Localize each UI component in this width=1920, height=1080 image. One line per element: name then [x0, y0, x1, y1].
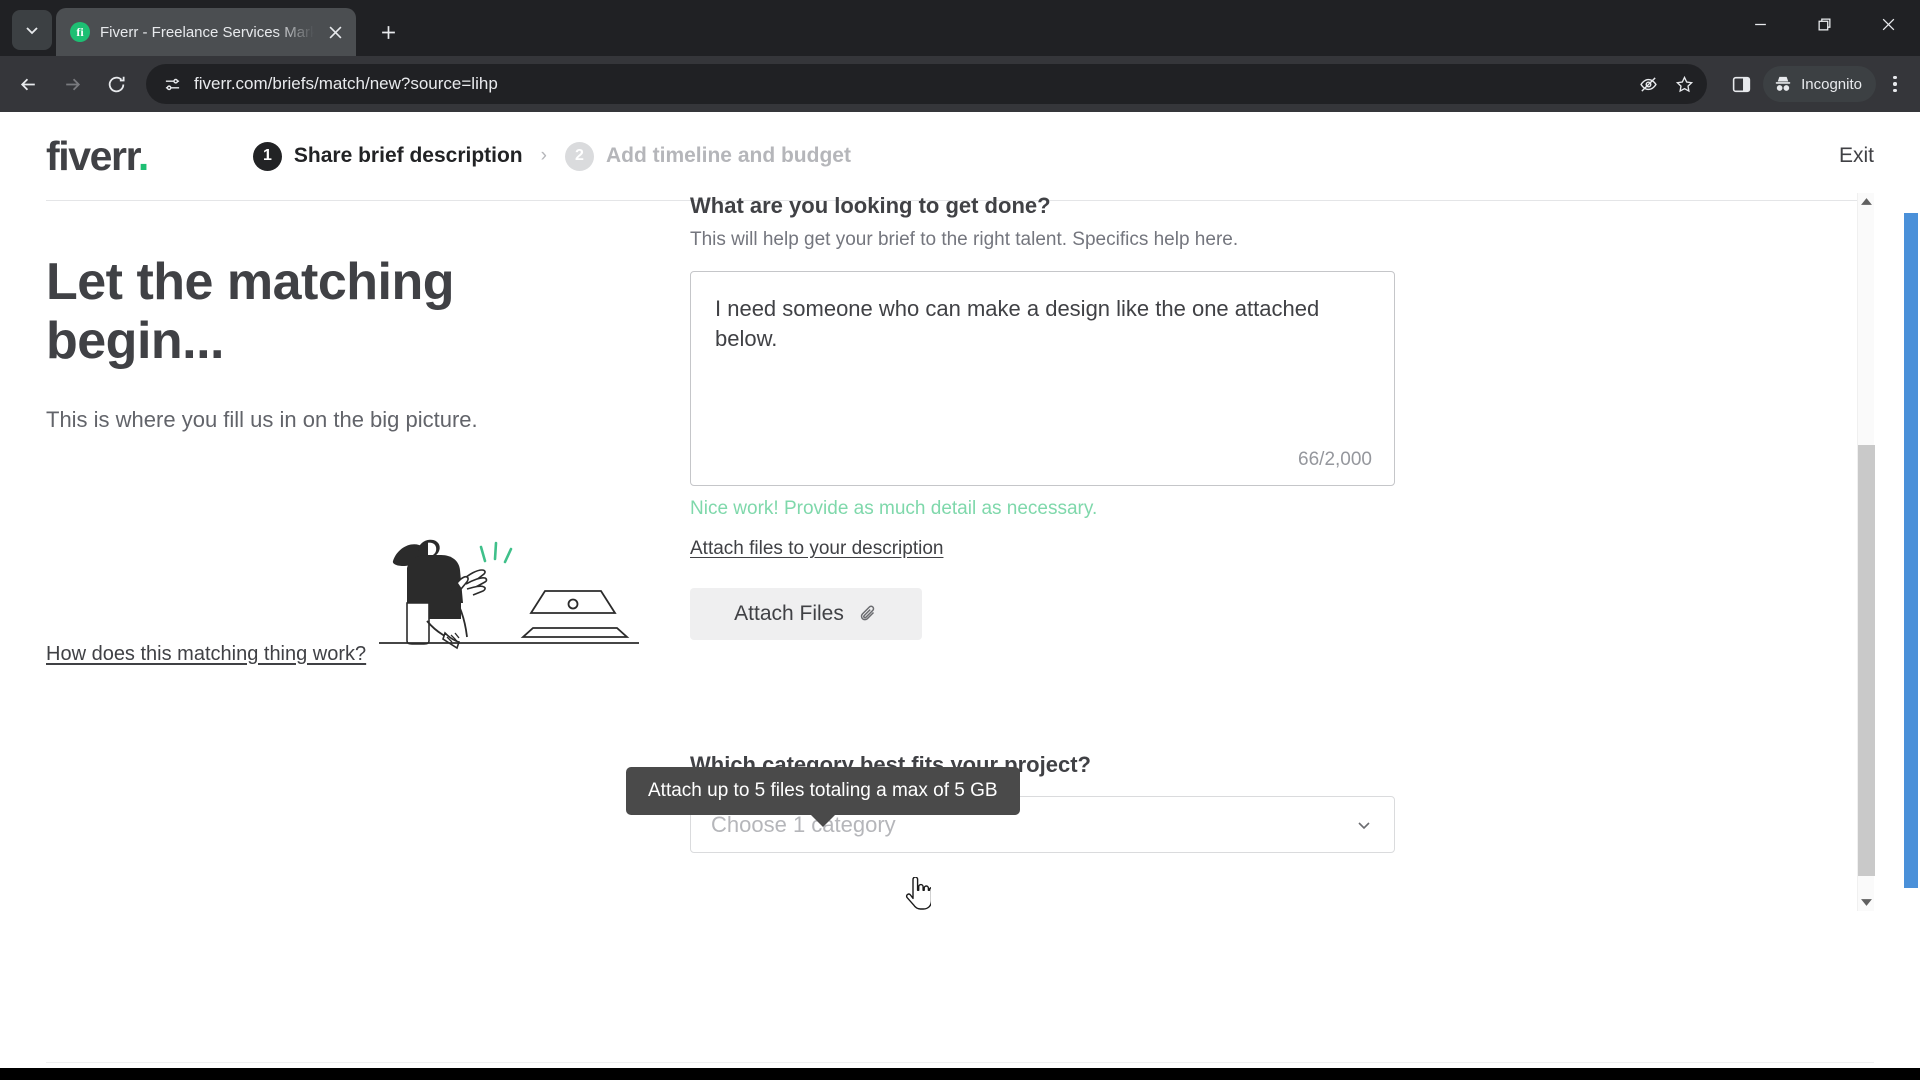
brief-question-title: What are you looking to get done? — [690, 193, 1051, 218]
tracking-protection-button[interactable] — [1631, 67, 1665, 101]
textarea-value: I need someone who can make a design lik… — [715, 296, 1326, 351]
reload-icon — [108, 76, 125, 92]
brief-description-textarea[interactable]: I need someone who can make a design lik… — [690, 271, 1395, 486]
close-window-button[interactable] — [1856, 0, 1920, 48]
screen-bottom-edge — [0, 1068, 1920, 1080]
page-viewport: fiverr. 1 Share brief description › 2 Ad… — [0, 112, 1920, 1068]
page-subtitle: This is where you fill us in on the big … — [46, 406, 478, 432]
form-scrollbar[interactable] — [1857, 193, 1875, 911]
site-settings-icon[interactable] — [158, 70, 186, 98]
incognito-icon — [1775, 76, 1791, 91]
star-icon — [1675, 75, 1693, 92]
exit-link[interactable]: Exit — [1839, 144, 1874, 168]
bookmark-button[interactable] — [1667, 67, 1701, 101]
step-share-brief-description[interactable]: 1 Share brief description — [252, 141, 523, 171]
step-indicator: 1 Share brief description › 2 Add timeli… — [252, 141, 851, 171]
omnibox-actions — [1631, 67, 1701, 101]
attach-files-button[interactable]: Attach Files — [690, 588, 922, 640]
logo-dot: . — [137, 132, 149, 179]
back-button[interactable] — [8, 64, 48, 104]
kebab-dot — [1893, 82, 1897, 86]
window-scrollbar-thumb[interactable] — [1904, 213, 1918, 888]
sliders-icon — [165, 78, 179, 90]
brief-question-subtitle: This will help get your brief to the rig… — [690, 229, 1239, 250]
fiverr-favicon: fi — [70, 22, 90, 42]
browser-window: fi Fiverr - Freelance Services Mark five… — [0, 0, 1920, 1080]
maximize-button[interactable] — [1792, 0, 1856, 48]
chevron-down-icon — [1358, 821, 1370, 829]
address-bar[interactable]: fiverr.com/briefs/match/new?source=lihp — [146, 64, 1708, 104]
minimize-icon — [1754, 23, 1766, 25]
triangle-up-icon — [1860, 198, 1872, 205]
paperclip-icon — [860, 605, 875, 621]
tab-close-button[interactable] — [324, 21, 346, 43]
triangle-down-icon — [1860, 899, 1872, 906]
window-controls — [1728, 0, 1920, 48]
scroll-up-button[interactable] — [1858, 193, 1875, 210]
step-label: Add timeline and budget — [605, 144, 851, 167]
reload-button[interactable] — [96, 64, 136, 104]
url-text: fiverr.com/briefs/match/new?source=lihp — [194, 74, 498, 93]
step-number: 2 — [564, 141, 594, 171]
arrow-right-icon — [65, 78, 80, 90]
eye-slash-icon — [1639, 76, 1657, 92]
tab-search-button[interactable] — [12, 10, 52, 50]
logo-text: fiverr — [46, 132, 139, 179]
main-content: Let the matching begin... This is where … — [0, 193, 1920, 911]
fiverr-logo[interactable]: fiverr. — [46, 132, 149, 180]
how-matching-works-link[interactable]: How does this matching thing work? — [46, 643, 366, 666]
close-icon — [329, 26, 341, 38]
person-at-laptop-illustration — [378, 539, 639, 649]
step-label: Share brief description — [293, 144, 523, 167]
page-title: Let the matching begin... — [46, 253, 455, 370]
profile-label: Incognito — [1801, 75, 1862, 93]
brief-hint-text: Nice work! Provide as much detail as nec… — [690, 498, 1098, 519]
plus-icon — [381, 25, 395, 39]
kebab-dot — [1893, 75, 1897, 80]
side-panel-icon — [1732, 76, 1750, 92]
kebab-dot — [1893, 88, 1897, 93]
browser-toolbar: fiverr.com/briefs/match/new?source=lihp — [0, 56, 1920, 112]
close-icon — [1882, 18, 1894, 30]
step-add-timeline-and-budget[interactable]: 2 Add timeline and budget — [564, 141, 851, 171]
forward-button[interactable] — [52, 64, 92, 104]
browser-menu-button[interactable] — [1878, 64, 1912, 104]
minimize-button[interactable] — [1728, 0, 1792, 48]
side-panel-button[interactable] — [1721, 64, 1761, 104]
profile-chip[interactable]: Incognito — [1763, 66, 1876, 102]
page-header: fiverr. 1 Share brief description › 2 Ad… — [0, 112, 1920, 200]
scrollbar-track[interactable] — [1857, 210, 1875, 894]
toolbar-right: Incognito — [1717, 64, 1912, 104]
category-placeholder: Choose 1 category — [711, 811, 896, 837]
attach-files-tooltip: Attach up to 5 files totaling a max of 5… — [626, 767, 1020, 815]
chevron-down-icon — [26, 27, 38, 35]
window-scrollbar[interactable] — [1902, 112, 1920, 1068]
step-number: 1 — [252, 141, 282, 171]
attach-files-label: Attach Files — [734, 602, 844, 625]
attach-files-link[interactable]: Attach files to your description — [690, 538, 943, 560]
browser-tab[interactable]: fi Fiverr - Freelance Services Mark — [56, 8, 356, 56]
restore-icon — [1818, 18, 1830, 30]
left-column: Let the matching begin... This is where … — [0, 201, 690, 911]
new-tab-button[interactable] — [370, 14, 406, 50]
tab-strip: fi Fiverr - Freelance Services Mark — [0, 0, 1920, 56]
arrow-left-icon — [20, 78, 35, 90]
step-separator: › — [540, 145, 547, 166]
scrollbar-thumb[interactable] — [1857, 445, 1875, 876]
scroll-down-button[interactable] — [1858, 894, 1875, 911]
tab-title: Fiverr - Freelance Services Mark — [100, 23, 314, 41]
favicon-letter: fi — [76, 24, 84, 39]
pointer-hand-cursor — [905, 877, 931, 910]
character-counter: 66/2,000 — [1298, 449, 1372, 470]
